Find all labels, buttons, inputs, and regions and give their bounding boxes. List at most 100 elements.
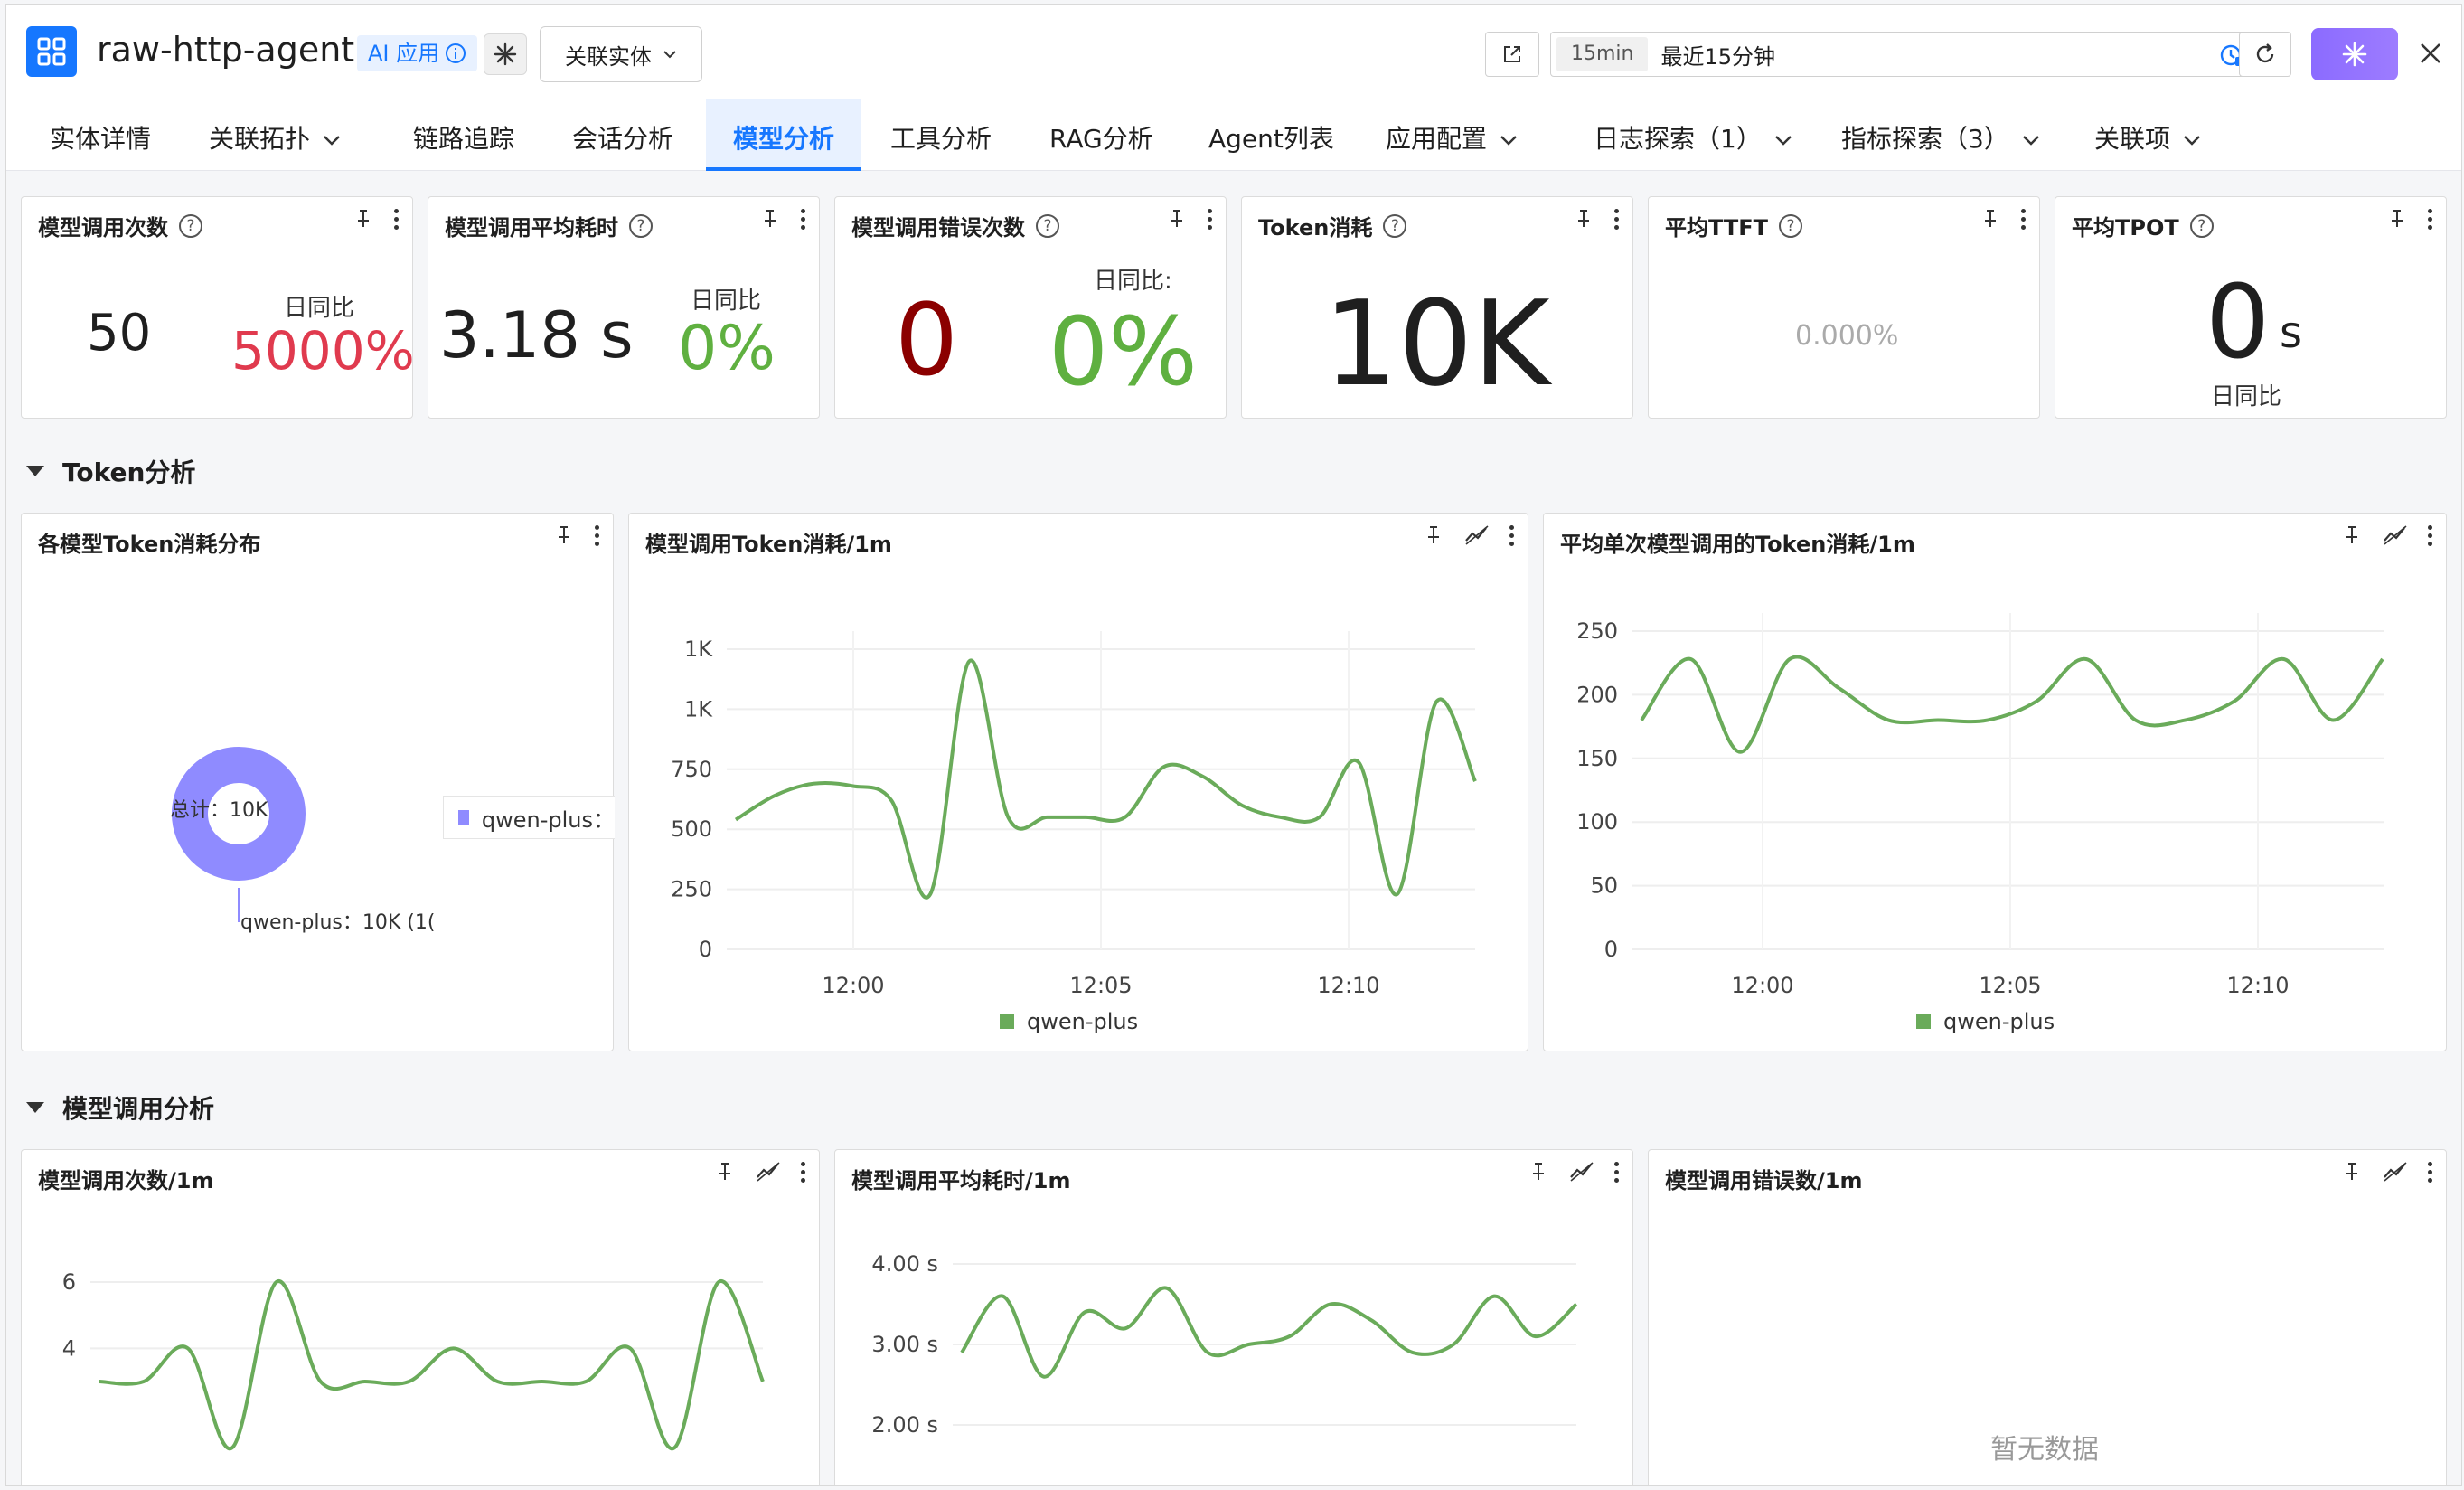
tab-app-config[interactable]: 应用配置 [1386, 99, 1518, 171]
x-tick-label: 12:10 [2226, 973, 2289, 998]
time-range-picker[interactable]: 15min 最近15分钟 [1550, 32, 2255, 77]
stat-compare-value: 0% [1049, 297, 1198, 407]
legend-swatch [1000, 1014, 1014, 1029]
tab-model-analysis[interactable]: 模型分析 [706, 99, 862, 171]
legend-swatch [458, 810, 469, 825]
pin-icon[interactable] [1980, 208, 2001, 230]
help-icon[interactable]: ? [2189, 213, 2214, 238]
help-icon[interactable]: ? [1779, 213, 1803, 238]
pin-icon[interactable] [759, 208, 781, 230]
panel-token-per-minute: 模型调用Token消耗/1m 1K 1K 750 500 250 0 12:00 12:05 1… [628, 513, 1528, 1051]
app-root: raw-http-agent AI 应用 关联实体 15min 最近15分钟 实… [5, 4, 2462, 1486]
card-title: 平均TPOT? [2072, 210, 2214, 241]
more-menu-icon[interactable] [1208, 208, 1213, 230]
close-icon [2421, 43, 2440, 63]
stat-compare-label: 日同比 [2211, 383, 2282, 410]
more-menu-icon[interactable] [2021, 208, 2027, 230]
pin-icon[interactable] [2386, 208, 2408, 230]
tab-tool-analysis[interactable]: 工具分析 [890, 99, 992, 171]
stat-card-call-count: 模型调用次数? 50 日同比 5000% [21, 196, 415, 419]
card-title: Token消耗? [1258, 210, 1407, 241]
y-tick-label: 1K [684, 696, 713, 721]
open-external-button[interactable] [1485, 32, 1539, 77]
stat-value: 0 [2205, 264, 2271, 382]
more-menu-icon[interactable] [2428, 1161, 2433, 1183]
ai-assistant-button[interactable] [2311, 28, 2398, 80]
chart-legend[interactable]: qwen-plus [1916, 1009, 2055, 1034]
time-range-text: 最近15分钟 [1660, 43, 1776, 70]
chevron-down-icon [1500, 136, 1517, 146]
y-tick-label: 500 [671, 816, 712, 842]
stat-card-avg-tpot: 平均TPOT? 0 s 日同比 [2055, 196, 2447, 419]
card-tools [353, 208, 400, 230]
stat-card-avg-latency: 模型调用平均耗时? 3.18 s 日同比 0% [428, 196, 820, 419]
app-title: raw-http-agent [97, 30, 355, 70]
more-menu-icon[interactable] [801, 208, 806, 230]
y-tick-label: 50 [1590, 873, 1618, 899]
tab-entity-detail[interactable]: 实体详情 [50, 99, 151, 171]
tab-related-items[interactable]: 关联项 [2094, 99, 2201, 171]
chevron-down-icon [1774, 136, 1792, 146]
donut-slice-label: qwen-plus：10K (1( [240, 911, 436, 934]
tab-rag-analysis[interactable]: RAG分析 [1049, 99, 1153, 171]
donut-legend[interactable]: qwen-plus： [443, 796, 615, 839]
refresh-button[interactable] [2239, 32, 2291, 77]
pin-icon[interactable] [2341, 1161, 2363, 1183]
y-tick-label: 200 [1576, 682, 1618, 707]
time-range-chip[interactable]: 15min [1556, 37, 1649, 71]
y-tick-label: 2.00 s [871, 1412, 938, 1438]
tab-metric-explore[interactable]: 指标探索（3） [1841, 99, 2040, 171]
x-tick-label: 12:00 [1731, 973, 1793, 998]
tab-topology[interactable]: 关联拓扑 [209, 99, 341, 171]
panel-avg-token-per-call: 平均单次模型调用的Token消耗/1m 250 200 150 100 50 0 12:00… [1543, 513, 2447, 1051]
tab-log-explore[interactable]: 日志探索（1） [1594, 99, 1792, 171]
y-tick-label: 6 [62, 1269, 76, 1295]
series-line-qwen-plus [734, 658, 1477, 900]
stat-compare-label: 日同比 [284, 295, 355, 322]
stat-compare-label: 日同比 [691, 288, 762, 315]
info-icon [446, 43, 466, 63]
section-token-analysis[interactable]: Token分析 [26, 453, 195, 489]
chart-legend[interactable]: qwen-plus [1000, 1009, 1138, 1034]
panel-calls-per-minute: 模型调用次数/1m 64 [21, 1149, 820, 1485]
help-icon[interactable]: ? [629, 213, 653, 238]
card-tools [1166, 208, 1213, 230]
legend-label: qwen-plus [1943, 1009, 2055, 1034]
section-model-call-analysis[interactable]: 模型调用分析 [26, 1089, 214, 1126]
line-chart-avg-token: 250 200 150 100 50 0 12:00 12:05 12:10 [1576, 613, 2384, 998]
tab-agent-list[interactable]: Agent列表 [1208, 99, 1334, 171]
stat-compare-label: 日同比: [1094, 268, 1172, 295]
x-tick-label: 12:05 [1069, 973, 1132, 998]
card-tools [1573, 208, 1620, 230]
y-tick-label: 3.00 s [871, 1332, 938, 1357]
sparkle-button[interactable] [484, 33, 527, 75]
help-icon[interactable]: ? [179, 213, 202, 238]
chevron-down-icon [2022, 136, 2039, 146]
tab-session-analysis[interactable]: 会话分析 [572, 99, 673, 171]
panel-tools [2341, 1161, 2433, 1183]
related-entity-label: 关联实体 [565, 43, 652, 70]
y-tick-label: 250 [1576, 618, 1618, 644]
refresh-icon [2256, 43, 2274, 63]
more-menu-icon[interactable] [2428, 208, 2433, 230]
stat-value: 10K [1323, 275, 1550, 412]
page-header: raw-http-agent AI 应用 关联实体 15min 最近15分钟 实… [6, 5, 2461, 171]
trend-icon[interactable] [2383, 1161, 2408, 1183]
related-entity-dropdown[interactable]: 关联实体 [540, 26, 702, 82]
panel-avg-latency-per-minute: 模型调用平均耗时/1m 4.00 s 3.00 s 2.00 s [834, 1149, 1633, 1485]
close-button[interactable] [2412, 35, 2449, 71]
pin-icon[interactable] [1166, 208, 1188, 230]
tab-trace[interactable]: 链路追踪 [413, 99, 514, 171]
stat-value: 3.18 s [439, 298, 634, 372]
pin-icon[interactable] [353, 208, 374, 230]
help-icon[interactable]: ? [1036, 213, 1059, 238]
more-menu-icon[interactable] [394, 208, 400, 230]
ai-app-tag[interactable]: AI 应用 [357, 35, 478, 71]
pin-icon[interactable] [1573, 208, 1594, 230]
card-title: 平均TTFT? [1665, 210, 1803, 241]
help-icon[interactable]: ? [1383, 213, 1407, 238]
stat-value: 50 [87, 304, 152, 363]
legend-label: qwen-plus： [481, 806, 615, 833]
more-menu-icon[interactable] [1614, 208, 1620, 230]
series-line-qwen-plus [99, 1279, 765, 1451]
